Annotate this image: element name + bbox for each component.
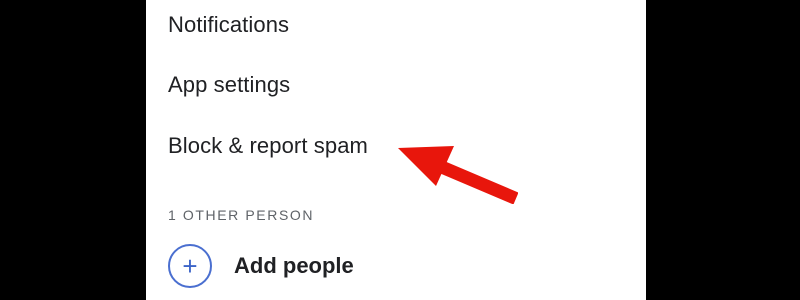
block-report-spam-menu-item[interactable]: Block & report spam [168,121,368,171]
red-arrow-icon [398,146,518,204]
screenshot-stage: Notifications App settings Block & repor… [0,0,800,300]
app-settings-menu-item[interactable]: App settings [168,60,290,110]
plus-glyph: + [182,251,198,281]
people-section-header: 1 OTHER PERSON [168,207,315,223]
add-people-button[interactable]: + Add people [168,240,354,292]
notifications-menu-item[interactable]: Notifications [168,0,289,50]
plus-circle-icon: + [168,244,212,288]
add-people-label: Add people [234,253,354,278]
